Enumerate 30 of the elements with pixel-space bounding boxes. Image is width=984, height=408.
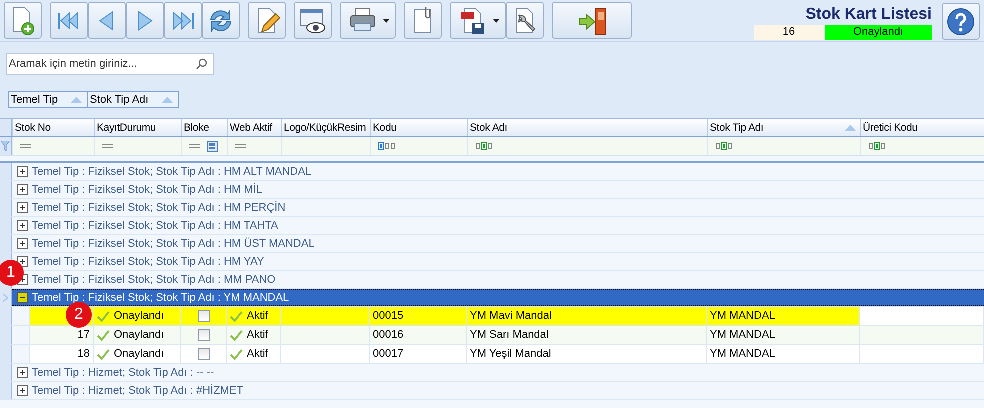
group-row-label: Temel Tip : Fiziksel Stok; Stok Tip Adı : HM TAHTA: [32, 220, 278, 232]
cell-text: Onaylandı: [114, 329, 164, 341]
cell-text: Onaylandı: [114, 348, 164, 360]
table-cell: 00015: [370, 307, 467, 325]
table-cell: YM MANDAL: [707, 326, 860, 344]
group-row-label: Temel Tip : Hizmet; Stok Tip Adı : -- --: [32, 366, 214, 378]
table-cell: YM Yeşil Mandal: [467, 345, 707, 363]
table-cell: 18: [30, 345, 94, 363]
record-count: 16: [754, 25, 824, 40]
table-cell: 00017: [370, 345, 467, 363]
table-cell: 17: [30, 326, 94, 344]
cell-text: Aktif: [247, 348, 268, 360]
group-row-label: Temel Tip : Fiziksel Stok; Stok Tip Adı : YM MANDAL: [32, 292, 290, 304]
table-cell: YM Sarı Mandal: [467, 326, 707, 344]
group-row-label: Temel Tip : Hizmet; Stok Tip Adı : #HİZMET: [32, 384, 244, 396]
group-row-label: Temel Tip : Fiziksel Stok; Stok Tip Adı : HM MİL: [32, 184, 262, 196]
cell-text: Aktif: [247, 310, 268, 322]
group-row-label: Temel Tip : Fiziksel Stok; Stok Tip Adı : HM ALT MANDAL: [32, 166, 312, 178]
group-row-label: Temel Tip : Fiziksel Stok; Stok Tip Adı : HM YAY: [32, 256, 264, 268]
table-cell: 00016: [370, 326, 467, 344]
table-cell: YM Mavi Mandal: [467, 307, 707, 325]
status-label: Onaylandı: [825, 25, 932, 40]
cell-text: Aktif: [247, 329, 268, 341]
window-title: Stok Kart Listesi: [806, 5, 932, 25]
table-cell: YM MANDAL: [707, 345, 860, 363]
table-cell: YM MANDAL: [707, 307, 860, 325]
group-row-label: Temel Tip : Fiziksel Stok; Stok Tip Adı : HM PERÇİN: [32, 202, 286, 214]
group-row-label: Temel Tip : Fiziksel Stok; Stok Tip Adı : MM PANO: [32, 274, 276, 286]
cell-text: Onaylandı: [114, 310, 164, 322]
group-row-label: Temel Tip : Fiziksel Stok; Stok Tip Adı : HM ÜST MANDAL: [32, 238, 315, 250]
